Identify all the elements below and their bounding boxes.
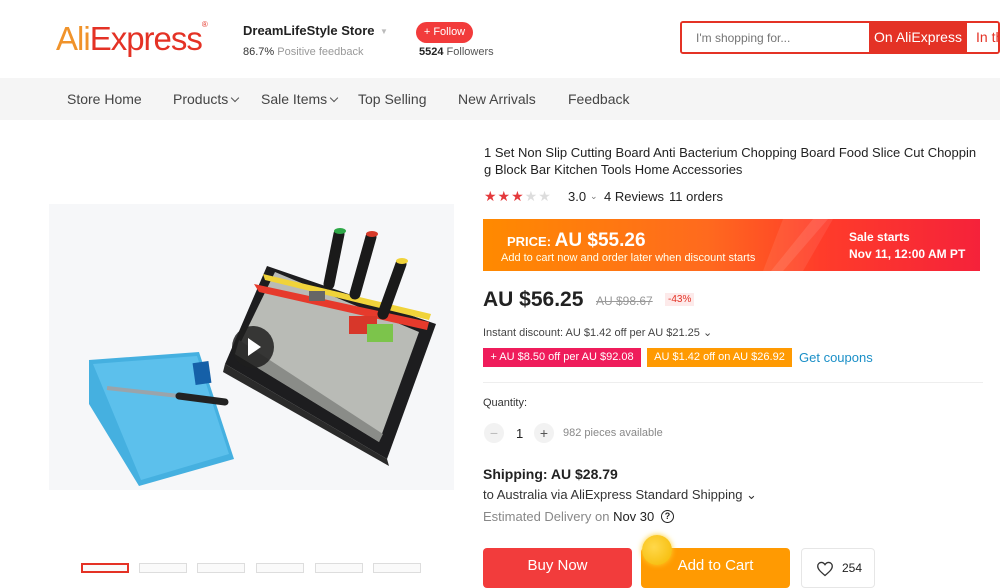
estimated-delivery: Estimated Delivery on Nov 30 <box>483 509 654 524</box>
nav-label: Sale Items <box>261 91 328 107</box>
shipping-price: Shipping: AU $28.79 <box>483 466 618 482</box>
shipping-destination[interactable]: to Australia via AliExpress Standard Shi… <box>483 487 757 503</box>
nav-sale-items[interactable]: Sale Items <box>261 91 339 107</box>
thumbnail[interactable] <box>81 563 129 573</box>
current-price: AU $56.25 <box>483 288 584 311</box>
star-empty-icon: ★★ <box>524 188 552 204</box>
logo-text-express: Express <box>89 20 203 57</box>
store-nav: Store Home Products Sale Items Top Selli… <box>0 78 1000 120</box>
availability-text: 982 pieces available <box>563 427 663 439</box>
thumbnail[interactable] <box>256 563 304 573</box>
store-feedback: 86.7% Positive feedback <box>243 46 363 58</box>
coin-badge-icon <box>642 535 672 565</box>
quantity-increase-button[interactable]: + <box>534 423 554 443</box>
star-icon: ★★★ <box>484 188 525 204</box>
divider <box>483 382 983 383</box>
sale-starts-label: Sale starts <box>849 230 910 244</box>
aliexpress-logo[interactable]: AliExpress® <box>56 20 208 58</box>
coupon-select[interactable]: AU $1.42 off on AU $26.92 <box>647 348 792 367</box>
sale-date: Nov 11, 12:00 AM PT <box>849 247 966 261</box>
product-title: 1 Set Non Slip Cutting Board Anti Bacter… <box>484 145 977 177</box>
coupon-store[interactable]: + AU $8.50 off per AU $92.08 <box>483 348 641 367</box>
help-icon[interactable]: ? <box>661 510 674 523</box>
orders-count: 11 orders <box>669 189 723 204</box>
heart-icon <box>817 561 833 577</box>
chevron-down-icon <box>231 93 240 103</box>
wishlist-button[interactable]: 254 <box>801 548 875 588</box>
search-input[interactable] <box>682 23 870 52</box>
thumbnail[interactable] <box>315 563 363 573</box>
buy-now-button[interactable]: Buy Now <box>483 548 632 588</box>
nav-new-arrivals[interactable]: New Arrivals <box>458 91 536 107</box>
followers-count: 5524 Followers <box>419 46 494 58</box>
chevron-down-icon[interactable]: ⌄ <box>590 191 598 202</box>
discount-badge: -43% <box>665 293 695 306</box>
feedback-label: Positive feedback <box>274 46 364 58</box>
thumbnail[interactable] <box>197 563 245 573</box>
feedback-percent: 86.7% <box>243 46 275 58</box>
rating-value[interactable]: 3.0 <box>568 189 586 204</box>
search-on-aliexpress-button[interactable]: On AliExpress <box>869 23 967 52</box>
sale-price-label: PRICE: <box>507 234 555 249</box>
sale-banner: PRICE: AU $55.26 Add to cart now and ord… <box>483 219 980 271</box>
nav-label: New Arrivals <box>458 91 536 107</box>
thumbnail[interactable] <box>139 563 187 573</box>
reviews-link[interactable]: 4 Reviews <box>604 189 664 204</box>
nav-feedback[interactable]: Feedback <box>568 91 629 107</box>
followers-number: 5524 <box>419 46 444 58</box>
sale-subtitle: Add to cart now and order later when dis… <box>501 252 756 264</box>
get-coupons-link[interactable]: Get coupons <box>799 350 873 365</box>
play-video-icon[interactable] <box>232 326 274 368</box>
header: AliExpress® DreamLifeStyle Store ▼ 86.7%… <box>0 0 1000 78</box>
logo-text-ali: Ali <box>56 20 91 57</box>
store-name[interactable]: DreamLifeStyle Store <box>243 23 375 38</box>
delivery-label: Estimated Delivery on <box>483 509 614 524</box>
nav-label: Products <box>173 91 229 107</box>
chevron-down-icon[interactable]: ▼ <box>380 27 388 36</box>
quantity-label: Quantity: <box>483 397 528 409</box>
search-bar: On AliExpress In th <box>680 21 1000 54</box>
logo-trademark: ® <box>201 20 208 29</box>
quantity-decrease-button[interactable]: − <box>484 423 504 443</box>
nav-top-selling[interactable]: Top Selling <box>358 91 427 107</box>
search-in-store-button[interactable]: In th <box>968 23 998 52</box>
delivery-date: Nov 30 <box>613 509 655 524</box>
nav-label: Feedback <box>568 91 630 107</box>
instant-discount[interactable]: Instant discount: AU $1.42 off per AU $2… <box>483 326 712 339</box>
nav-label: Top Selling <box>358 91 427 107</box>
sale-price: PRICE: AU $55.26 <box>507 230 646 252</box>
quantity-input[interactable]: 1 <box>516 426 523 441</box>
nav-label: Store Home <box>67 91 142 107</box>
thumbnail[interactable] <box>373 563 421 573</box>
followers-label: Followers <box>443 46 494 58</box>
nav-products[interactable]: Products <box>173 91 240 107</box>
follow-button[interactable]: + Follow <box>416 22 473 43</box>
chevron-down-icon <box>329 93 339 103</box>
sale-price-value: AU $55.26 <box>554 230 646 251</box>
original-price: AU $98.67 <box>596 294 653 308</box>
star-rating: ★★★★★ <box>484 188 566 205</box>
wishlist-count: 254 <box>842 561 863 575</box>
nav-store-home[interactable]: Store Home <box>67 91 142 107</box>
